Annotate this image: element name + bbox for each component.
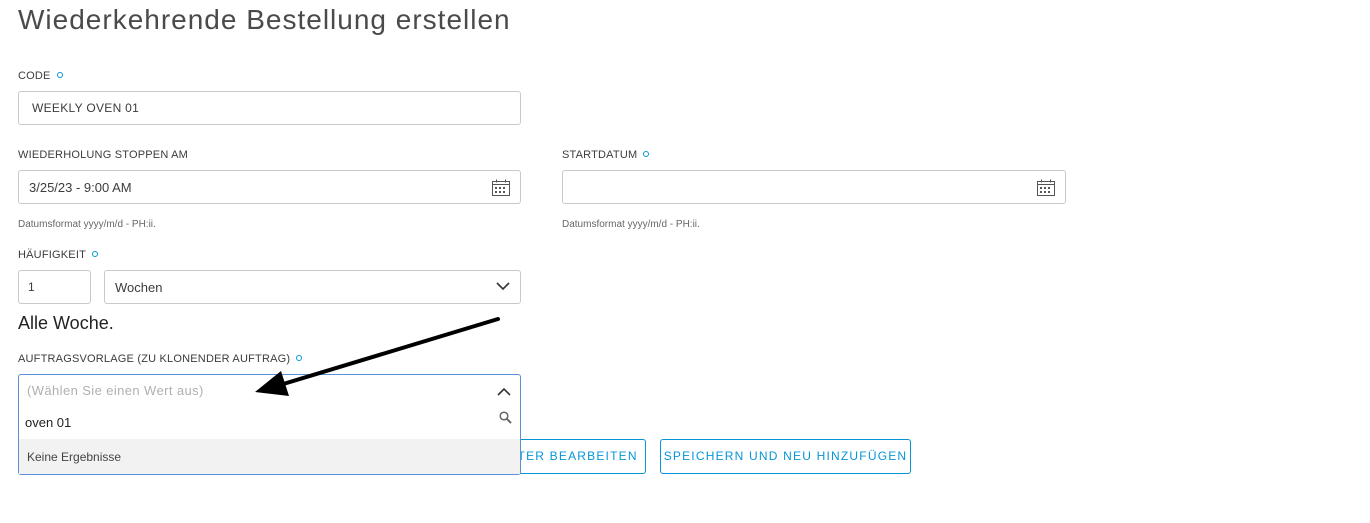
annotation-arrow: [255, 317, 500, 396]
